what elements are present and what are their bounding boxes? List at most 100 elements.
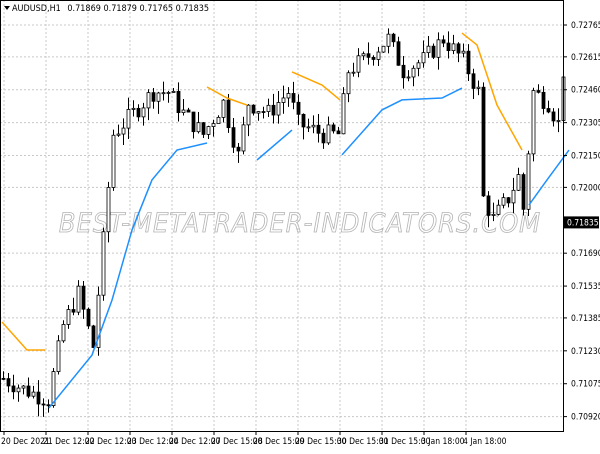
candle: [71, 297, 76, 316]
y-tick-label: 0.71690: [571, 249, 600, 259]
candle-body: [331, 124, 336, 132]
candle-body: [206, 126, 211, 135]
candle: [436, 32, 441, 70]
time-axis[interactable]: 20 Dec 202121 Dec 12:0022 Dec 12:0023 De…: [1, 431, 507, 447]
candle-body: [246, 104, 251, 126]
candle-body: [531, 90, 536, 155]
candle: [366, 42, 371, 65]
candle-body: [406, 76, 411, 79]
candle-body: [501, 197, 506, 206]
candle-body: [31, 391, 36, 397]
price-chart[interactable]: BEST-METATRADER-INDICATORS.COM 0.727650.…: [0, 0, 600, 450]
candle: [206, 125, 211, 139]
candle: [351, 62, 356, 77]
candle: [461, 43, 466, 58]
candle-body: [21, 385, 26, 389]
price-axis[interactable]: 0.72765 0.72615 0.72460 0.72305 0.72150 0.720…: [563, 21, 600, 423]
low-value: 0.71765: [140, 4, 173, 14]
candle-body: [211, 123, 216, 127]
candle-body: [146, 92, 151, 109]
candle: [146, 89, 151, 121]
candle-body: [111, 134, 116, 188]
candle-body: [401, 64, 406, 79]
candle: [441, 35, 446, 48]
candle: [531, 87, 536, 162]
upper-band-line: [291, 71, 341, 101]
candle-body: [81, 285, 86, 310]
candle-body: [511, 189, 516, 204]
current-price-label: 0.71835: [567, 218, 599, 228]
candle: [326, 116, 331, 145]
candle-body: [181, 109, 186, 114]
candle-body: [161, 92, 166, 95]
x-tick-label: 4 Jan 18:00: [463, 437, 507, 447]
candle-body: [291, 93, 296, 103]
candle-body: [441, 39, 446, 44]
candle: [81, 281, 86, 319]
candle-body: [551, 111, 556, 122]
candle-body: [351, 71, 356, 74]
upper-band-line: [1, 321, 45, 351]
candle: [231, 117, 236, 153]
candle: [416, 59, 421, 77]
lower-band-line: [48, 142, 208, 409]
open-value: 0.71869: [67, 4, 100, 14]
candle-body: [151, 92, 156, 102]
candle: [251, 104, 256, 116]
candle: [6, 372, 11, 393]
y-tick-label: 0.72765: [571, 21, 600, 31]
candle: [356, 48, 361, 78]
candle: [296, 94, 301, 125]
candle-body: [36, 391, 41, 405]
candle: [301, 113, 306, 140]
candle: [316, 114, 321, 143]
candle: [11, 374, 16, 400]
candle: [221, 99, 226, 123]
candle: [336, 126, 341, 135]
candle: [466, 44, 471, 81]
candle: [61, 320, 66, 343]
candle-body: [391, 33, 396, 43]
candle: [391, 32, 396, 47]
candle: [271, 93, 276, 124]
y-tick-label: 0.71385: [571, 314, 600, 324]
candle-body: [241, 124, 246, 152]
candle-body: [216, 116, 221, 124]
candle-body: [171, 90, 176, 93]
candle-body: [176, 90, 181, 114]
y-tick-label: 0.72615: [571, 53, 600, 63]
candle-body: [101, 231, 106, 296]
candle-body: [71, 309, 76, 313]
y-tick-label: 0.71075: [571, 380, 600, 390]
candle-body: [356, 55, 361, 73]
candle-body: [156, 92, 161, 102]
dropdown-triangle-icon[interactable]: [4, 6, 10, 10]
candle-body: [436, 39, 441, 58]
candle: [116, 124, 121, 137]
candle: [41, 398, 46, 417]
candle-body: [46, 404, 51, 407]
candle: [186, 107, 191, 113]
candle: [256, 111, 261, 121]
candle-body: [131, 107, 136, 110]
y-tick-label: 0.71535: [571, 282, 600, 292]
candle-body: [76, 285, 81, 313]
candle-body: [361, 53, 366, 57]
candle-body: [106, 187, 111, 233]
candle-body: [61, 324, 66, 342]
candle-body: [166, 92, 171, 94]
candle: [181, 98, 186, 116]
candle: [276, 90, 281, 124]
high-value: 0.71879: [103, 4, 136, 14]
candle-body: [306, 126, 311, 129]
candle-body: [116, 133, 121, 136]
candle: [311, 115, 316, 134]
candle: [446, 31, 451, 59]
candle: [456, 42, 461, 63]
candle: [31, 385, 36, 399]
candle: [1, 371, 6, 381]
candle-body: [226, 99, 231, 129]
candle-body: [446, 42, 451, 52]
candle-body: [26, 385, 31, 397]
candle-body: [121, 127, 126, 135]
